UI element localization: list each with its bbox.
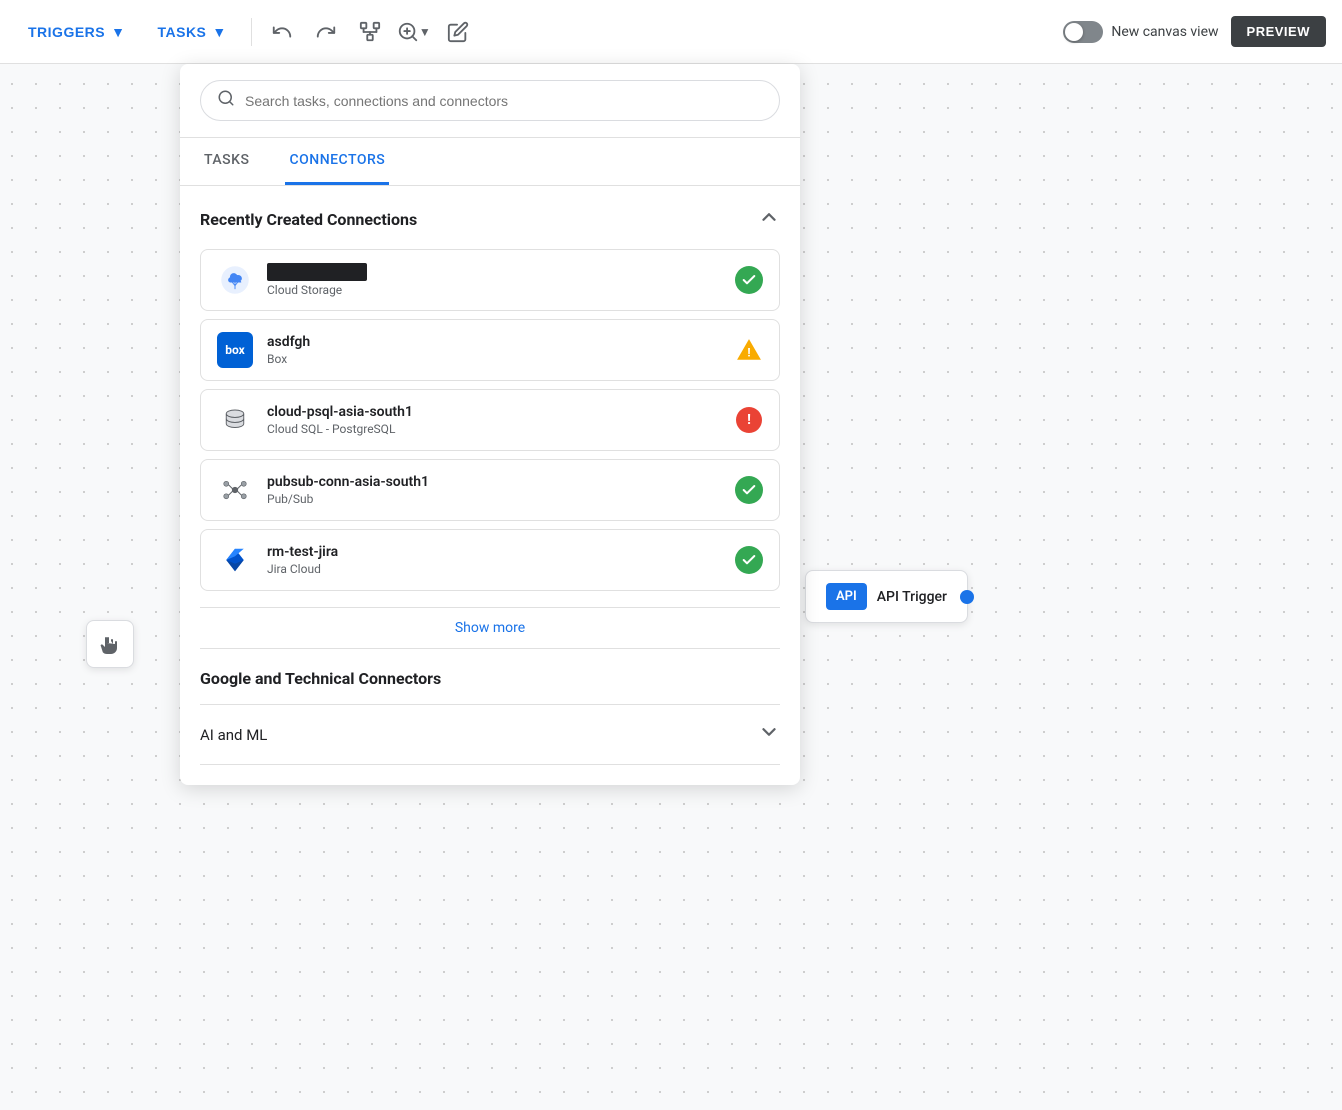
- tasks-button[interactable]: TASKS ▼: [145, 18, 238, 46]
- recently-created-section-header: Recently Created Connections: [200, 206, 780, 233]
- pubsub-info: pubsub-conn-asia-south1 Pub/Sub: [267, 474, 735, 506]
- connectors-panel: TASKS CONNECTORS Recently Created Connec…: [180, 64, 800, 785]
- box-name: asdfgh: [267, 334, 735, 350]
- pubsub-name: pubsub-conn-asia-south1: [267, 474, 735, 490]
- google-connectors-title: Google and Technical Connectors: [200, 669, 780, 688]
- api-trigger-node[interactable]: API API Trigger: [805, 570, 968, 623]
- box-status-warning: !: [735, 336, 763, 364]
- tasks-label: TASKS: [157, 24, 206, 40]
- box-info: asdfgh Box: [267, 334, 735, 366]
- search-input[interactable]: [245, 93, 763, 109]
- zoom-button[interactable]: ▼: [396, 14, 432, 50]
- tab-tasks[interactable]: TASKS: [200, 138, 253, 185]
- undo-button[interactable]: [264, 14, 300, 50]
- search-bar: [180, 64, 800, 138]
- new-canvas-label: New canvas view: [1111, 24, 1218, 40]
- cloud-sql-name: cloud-psql-asia-south1: [267, 404, 735, 420]
- api-trigger-label: API Trigger: [877, 589, 947, 605]
- show-more-link[interactable]: Show more: [200, 607, 780, 649]
- jira-name: rm-test-jira: [267, 544, 735, 560]
- error-circle: !: [736, 407, 762, 433]
- triggers-dropdown-icon: ▼: [111, 24, 125, 40]
- collapse-icon[interactable]: [758, 206, 780, 233]
- jira-info: rm-test-jira Jira Cloud: [267, 544, 735, 576]
- panel-tabs: TASKS CONNECTORS: [180, 138, 800, 186]
- svg-text:!: !: [747, 346, 750, 360]
- toolbar-right: New canvas view PREVIEW: [1063, 16, 1326, 47]
- jira-status-ok: [735, 546, 763, 574]
- connection-item-cloud-storage[interactable]: Cloud Storage: [200, 249, 780, 311]
- connection-list: Cloud Storage box asdfgh Box: [200, 249, 780, 591]
- connection-item-pubsub[interactable]: pubsub-conn-asia-south1 Pub/Sub: [200, 459, 780, 521]
- redo-button[interactable]: [308, 14, 344, 50]
- cloud-storage-name: [267, 263, 735, 281]
- cloud-sql-info: cloud-psql-asia-south1 Cloud SQL - Postg…: [267, 404, 735, 436]
- network-button[interactable]: [352, 14, 388, 50]
- chevron-down-icon: [758, 721, 780, 748]
- cloud-storage-type: Cloud Storage: [267, 283, 735, 297]
- box-logo-img: box: [217, 332, 253, 368]
- pubsub-status-ok: [735, 476, 763, 504]
- triggers-label: TRIGGERS: [28, 24, 105, 40]
- cloud-sql-status-error: !: [735, 406, 763, 434]
- box-type: Box: [267, 352, 735, 366]
- connector-category-ai-ml[interactable]: AI and ML: [200, 704, 780, 765]
- cloud-sql-type: Cloud SQL - PostgreSQL: [267, 422, 735, 436]
- jira-type: Jira Cloud: [267, 562, 735, 576]
- cloud-storage-logo: [217, 262, 253, 298]
- cloud-storage-info: Cloud Storage: [267, 263, 735, 297]
- connection-item-jira[interactable]: rm-test-jira Jira Cloud: [200, 529, 780, 591]
- tab-connectors[interactable]: CONNECTORS: [285, 138, 389, 185]
- panel-body: Recently Created Connections: [180, 186, 800, 785]
- connection-item-box[interactable]: box asdfgh Box !: [200, 319, 780, 381]
- cloud-storage-name-redacted: [267, 263, 367, 281]
- api-badge: API: [826, 583, 867, 610]
- cloud-sql-logo: [217, 402, 253, 438]
- pubsub-type: Pub/Sub: [267, 492, 735, 506]
- search-input-wrapper[interactable]: [200, 80, 780, 121]
- connection-item-cloud-sql[interactable]: cloud-psql-asia-south1 Cloud SQL - Postg…: [200, 389, 780, 451]
- hand-tool-button[interactable]: [86, 620, 134, 668]
- recently-created-title: Recently Created Connections: [200, 210, 417, 229]
- toolbar: TRIGGERS ▼ TASKS ▼: [0, 0, 1342, 64]
- search-icon: [217, 89, 235, 112]
- tasks-dropdown-icon: ▼: [212, 24, 226, 40]
- cloud-storage-status-ok: [735, 266, 763, 294]
- box-logo: box: [217, 332, 253, 368]
- preview-button[interactable]: PREVIEW: [1231, 16, 1326, 47]
- zoom-dropdown-icon: ▼: [419, 25, 431, 39]
- pubsub-logo: [217, 472, 253, 508]
- toolbar-divider-1: [251, 18, 252, 46]
- node-connector-dot: [960, 590, 974, 604]
- jira-logo: [217, 542, 253, 578]
- canvas-view-toggle[interactable]: [1063, 21, 1103, 43]
- triggers-button[interactable]: TRIGGERS ▼: [16, 18, 137, 46]
- category-ai-ml-label: AI and ML: [200, 726, 267, 744]
- edit-button[interactable]: [440, 14, 476, 50]
- toggle-container: New canvas view: [1063, 21, 1218, 43]
